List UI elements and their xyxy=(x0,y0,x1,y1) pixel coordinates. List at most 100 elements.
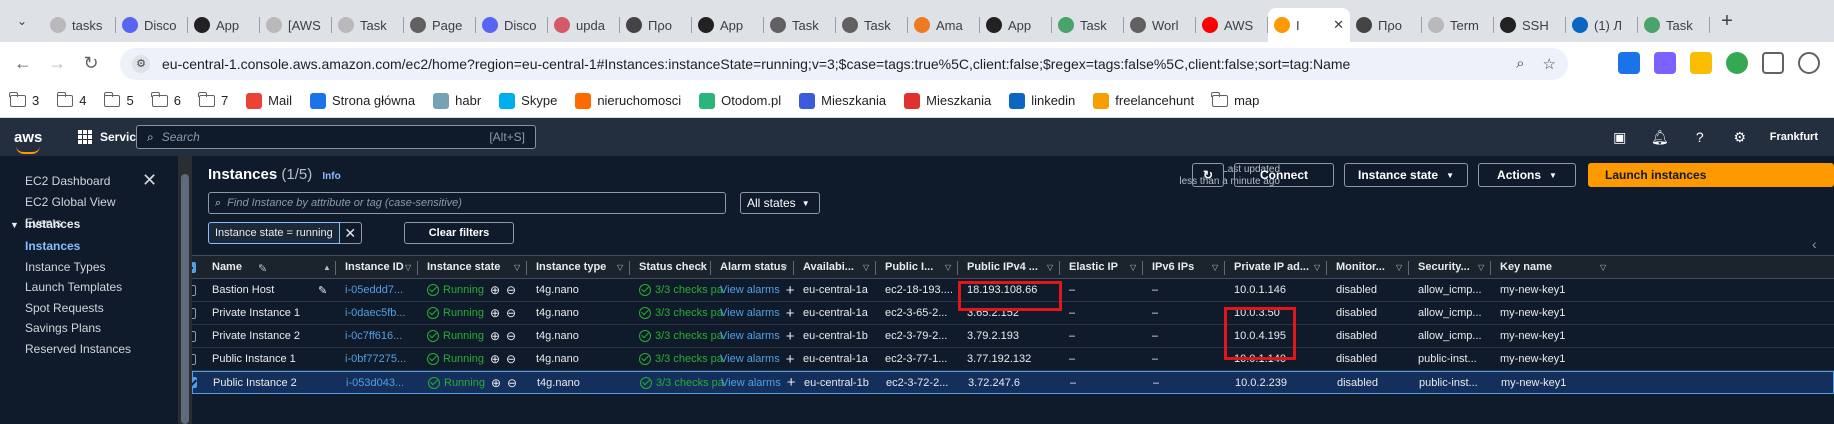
browser-tab[interactable]: App xyxy=(692,8,764,42)
sidebar-section-instances[interactable]: ▼ Instances xyxy=(10,217,80,231)
translate-extension-icon[interactable] xyxy=(1618,52,1640,74)
info-link[interactable]: Info xyxy=(322,171,340,182)
bookmark-item[interactable]: nieruchomosci xyxy=(575,92,681,109)
sort-icon[interactable]: ▽ xyxy=(698,263,704,272)
table-row[interactable]: Private Instance 2 i-0c7ff616... Running ⊕ ⊖… xyxy=(192,325,1834,348)
table-cell-alarm[interactable]: View alarms + xyxy=(720,325,794,347)
column-header[interactable]: Instance state xyxy=(427,256,500,278)
table-cell-id[interactable]: i-0c7ff616... xyxy=(345,325,402,347)
sidebar-item[interactable]: Spot Requests xyxy=(25,301,104,315)
bookmark-item[interactable]: Skype xyxy=(499,92,557,109)
column-header[interactable]: Security... xyxy=(1418,256,1470,278)
bookmark-item[interactable]: 5 xyxy=(103,91,134,108)
sort-icon[interactable]: ▽ xyxy=(781,263,787,272)
column-divider[interactable] xyxy=(793,261,794,275)
bookmark-item[interactable]: 4 xyxy=(56,91,86,108)
table-cell-alarm[interactable]: View alarms + xyxy=(720,279,794,301)
sidebar-item[interactable]: Reserved Instances xyxy=(25,342,131,356)
zoom-out-icon[interactable]: ⊖ xyxy=(507,376,517,390)
column-header[interactable]: Key name xyxy=(1500,256,1552,278)
browser-tab[interactable]: SSH xyxy=(1494,8,1566,42)
column-header[interactable]: Name xyxy=(212,256,242,278)
bookmark-item[interactable]: Mieszkania xyxy=(799,92,886,109)
add-alarm-plus-icon[interactable]: + xyxy=(786,351,795,368)
sidebar-scrollbar[interactable] xyxy=(178,156,192,424)
column-divider[interactable] xyxy=(629,261,630,275)
zoom-in-icon[interactable]: ⊕ xyxy=(491,376,501,390)
close-tab-icon[interactable]: ✕ xyxy=(1333,17,1344,33)
tab-search-chevron-icon[interactable]: ⌄ xyxy=(0,0,44,42)
row-checkbox[interactable] xyxy=(192,377,197,388)
forward-arrow-icon[interactable]: → xyxy=(40,53,74,74)
browser-tab[interactable]: Ama xyxy=(908,8,980,42)
extension-icon[interactable] xyxy=(1654,52,1676,74)
sidebar-item[interactable]: Savings Plans xyxy=(25,321,101,335)
browser-tab[interactable]: AWS xyxy=(1196,8,1268,42)
zoom-icon[interactable]: ⌕ xyxy=(1516,55,1524,73)
sort-icon[interactable]: ▽ xyxy=(405,263,411,272)
select-all-cell[interactable] xyxy=(192,256,196,278)
add-alarm-plus-icon[interactable]: + xyxy=(786,305,795,322)
help-icon[interactable]: ? xyxy=(1680,129,1720,145)
browser-tab[interactable]: Task xyxy=(764,8,836,42)
column-header[interactable]: Availabi... xyxy=(803,256,854,278)
browser-tab[interactable]: [AWS xyxy=(260,8,332,42)
table-cell-id[interactable]: i-0bf77275... xyxy=(345,348,406,370)
column-divider[interactable] xyxy=(1224,261,1225,275)
zoom-out-icon[interactable]: ⊖ xyxy=(506,352,516,366)
select-all-checkbox[interactable] xyxy=(192,261,196,273)
row-select-cell[interactable] xyxy=(192,348,196,370)
profile-icon[interactable] xyxy=(1798,52,1820,74)
sidebar-item[interactable]: EC2 Dashboard xyxy=(25,174,110,188)
extension-icon[interactable] xyxy=(1690,52,1712,74)
column-header[interactable]: Alarm status xyxy=(720,256,787,278)
table-cell-id[interactable]: i-0daec5fb... xyxy=(345,302,406,324)
sort-icon[interactable]: ▽ xyxy=(1047,263,1053,272)
scrollbar-thumb[interactable] xyxy=(181,174,189,424)
browser-tab[interactable]: App xyxy=(188,8,260,42)
browser-tab[interactable]: Προ xyxy=(620,8,692,42)
url-text[interactable]: eu-central-1.console.aws.amazon.com/ec2/… xyxy=(162,56,1350,72)
clear-filters-button[interactable]: Clear filters xyxy=(404,222,514,244)
column-header[interactable]: Public IPv4 ... xyxy=(967,256,1038,278)
instance-filter-input[interactable]: ⌕ Find Instance by attribute or tag (cas… xyxy=(208,192,726,214)
row-select-cell[interactable] xyxy=(192,302,196,324)
zoom-in-icon[interactable]: ⊕ xyxy=(490,306,500,320)
zoom-in-icon[interactable]: ⊕ xyxy=(490,283,500,297)
sort-icon[interactable]: ▽ xyxy=(1396,263,1402,272)
row-checkbox[interactable] xyxy=(192,284,196,296)
browser-tab[interactable]: Disco xyxy=(116,8,188,42)
aws-logo[interactable]: aws xyxy=(14,129,58,154)
column-header[interactable]: Instance type xyxy=(536,256,606,278)
column-divider[interactable] xyxy=(875,261,876,275)
collapse-panel-chevron-icon[interactable]: ‹ xyxy=(1812,236,1817,252)
table-row[interactable]: Public Instance 1 i-0bf77275... Running ⊕ ⊖ t… xyxy=(192,348,1834,371)
bookmark-item[interactable]: linkedin xyxy=(1009,92,1075,109)
column-header[interactable]: Monitor... xyxy=(1336,256,1385,278)
states-select[interactable]: All states ▼ xyxy=(740,192,820,214)
region-selector[interactable]: Frankfurt xyxy=(1760,131,1834,143)
table-cell-id[interactable]: i-053d043... xyxy=(346,372,404,393)
bookmark-item[interactable]: 7 xyxy=(198,91,228,108)
url-omnibox[interactable]: ⚙ eu-central-1.console.aws.amazon.com/ec… xyxy=(120,48,1568,80)
extension-icon[interactable] xyxy=(1726,52,1748,74)
column-header[interactable]: Public I... xyxy=(885,256,933,278)
site-info-icon[interactable]: ⚙ xyxy=(132,55,150,73)
console-search-input[interactable]: ⌕ Search [Alt+S] xyxy=(136,125,536,149)
browser-tab[interactable]: Task xyxy=(1052,8,1124,42)
extensions-puzzle-icon[interactable] xyxy=(1762,52,1784,74)
table-row[interactable]: Public Instance 2 i-053d043... Running ⊕ ⊖ t4… xyxy=(192,371,1834,394)
close-sidebar-icon[interactable]: ✕ xyxy=(142,170,157,191)
browser-tab[interactable]: (1) Л xyxy=(1566,8,1638,42)
browser-tab[interactable]: Task xyxy=(1638,8,1710,42)
column-header[interactable]: Elastic IP xyxy=(1069,256,1118,278)
sidebar-item[interactable]: EC2 Global View xyxy=(25,195,116,209)
sidebar-item[interactable]: Instances xyxy=(25,239,80,253)
column-divider[interactable] xyxy=(417,261,418,275)
bookmark-item[interactable]: Otodom.pl xyxy=(699,92,781,109)
column-divider[interactable] xyxy=(710,261,711,275)
table-cell-alarm[interactable]: View alarms + xyxy=(720,348,794,370)
cloudshell-icon[interactable]: ▣ xyxy=(1600,129,1640,146)
browser-tab[interactable]: App xyxy=(980,8,1052,42)
row-select-cell[interactable] xyxy=(192,372,197,393)
